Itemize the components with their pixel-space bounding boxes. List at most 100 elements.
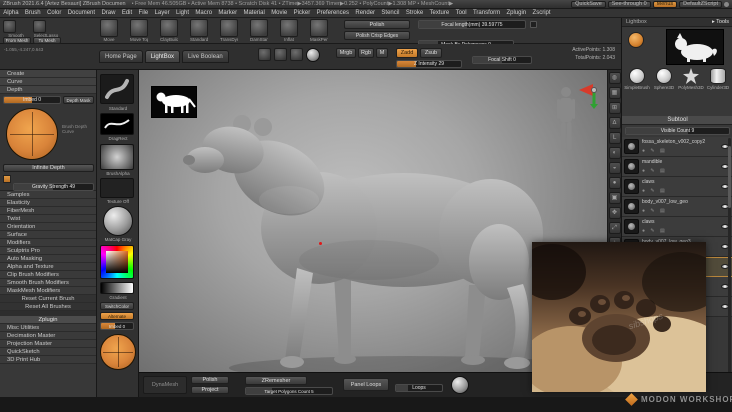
zplugin-decimation-master[interactable]: Decimation Master (0, 332, 96, 340)
imbed-slider[interactable]: Imbed 0 (3, 96, 61, 104)
zplugin-header[interactable]: Zplugin (0, 316, 96, 324)
zremesher-button[interactable]: ZRemesher (245, 376, 307, 385)
imbed-mini-slider[interactable]: Imbed 0 (100, 322, 134, 330)
zadd-button[interactable]: Zadd (396, 48, 418, 58)
menu-brush[interactable]: Brush (22, 10, 44, 16)
tray-section-twist[interactable]: Twist (0, 215, 96, 223)
tab-home-page[interactable]: Home Page (99, 50, 143, 63)
move-canvas-icon[interactable]: ✥ (608, 207, 621, 219)
gradient-thumbnail[interactable] (100, 282, 134, 294)
tray-section-maskmesh-modifiers[interactable]: MaskMesh Modifiers (0, 287, 96, 295)
brush-curve-dial[interactable] (100, 334, 136, 370)
tray-section-surface[interactable]: Surface (0, 231, 96, 239)
subtool-mode-icons[interactable]: ● ✎ ▤ (642, 228, 667, 234)
infinite-depth-button[interactable]: Infinite Depth (3, 164, 94, 172)
z-intensity-slider[interactable]: Z Intensity 29 (396, 60, 462, 68)
menu-layer[interactable]: Layer (151, 10, 172, 16)
menu-macro[interactable]: Macro (192, 10, 215, 16)
paw-reference-photo[interactable]: sibshops (532, 242, 706, 392)
menu-light[interactable]: Light (173, 10, 192, 16)
menu-file[interactable]: File (135, 10, 151, 16)
quick-pick-cylinder3d[interactable]: Cylinder3D (705, 68, 731, 90)
see-through-icon[interactable]: ◐ (608, 147, 621, 159)
preview-sphere-icon[interactable] (451, 376, 469, 394)
zplugin-projection-master[interactable]: Projection Master (0, 340, 96, 348)
from-mesh-button[interactable]: From Mesh (3, 37, 31, 44)
tab-live-boolean[interactable]: Live Boolean (182, 50, 229, 63)
zsub-button[interactable]: Zsub (420, 48, 442, 58)
menu-picker[interactable]: Picker (290, 10, 313, 16)
menu-stencil[interactable]: Stencil (378, 10, 402, 16)
bpr-render-icon[interactable]: ◍ (608, 72, 621, 84)
menu-alpha[interactable]: Alpha (0, 10, 22, 16)
dynamesh-button[interactable]: DynaMesh (143, 376, 187, 394)
subtool-mode-icons[interactable]: ● ✎ ▤ (642, 208, 667, 214)
menu-marker[interactable]: Marker (215, 10, 240, 16)
brush-tile-transdynamic[interactable]: TransDynamic (220, 19, 238, 42)
reset-current-brush-button[interactable]: Reset Current Brush (0, 295, 96, 303)
brush-tile-inflat[interactable]: Inflat (280, 19, 298, 42)
subtool-row[interactable]: mandible ● ✎ ▤ (622, 157, 732, 177)
menu-color[interactable]: Color (44, 10, 65, 16)
subtool-row[interactable]: fossa_skeleton_v002_copy2 ● ✎ ▤ (622, 137, 732, 157)
menu-stroke[interactable]: Stroke (403, 10, 427, 16)
menu-zscript[interactable]: Zscript (529, 10, 553, 16)
subtool-mode-icons[interactable]: ● ✎ ▤ (642, 188, 667, 194)
color-picker[interactable] (100, 245, 134, 279)
tray-section-fibermesh[interactable]: FiberMesh (0, 207, 96, 215)
menu-zplugin[interactable]: Zplugin (503, 10, 529, 16)
subtool-mode-icons[interactable]: ● ✎ ▤ (642, 168, 667, 174)
subtool-scrollbar[interactable] (728, 138, 731, 388)
reset-all-brushes-button[interactable]: Reset All Brushes (0, 303, 96, 311)
tab-lightbox[interactable]: LightBox (144, 50, 181, 63)
tray-section-sculptris-pro[interactable]: Sculptris Pro (0, 247, 96, 255)
frame-mesh-icon[interactable]: ▣ (608, 192, 621, 204)
alpha-quick-icon[interactable] (290, 48, 303, 61)
stroke-thumbnail[interactable] (100, 113, 134, 135)
menus-toggle-button[interactable]: Menus (652, 0, 678, 8)
tray-section-orientation[interactable]: Orientation (0, 223, 96, 231)
brush-tile-damstandard[interactable]: DamStandard (250, 19, 268, 42)
quick-pick-simplebrush[interactable]: SimpleBrush (624, 68, 650, 90)
polyframe-icon[interactable]: ▦ (608, 87, 621, 99)
brush-tile-move[interactable]: Move (100, 19, 118, 42)
brush-depth-curve-dial[interactable] (6, 108, 58, 160)
current-brush-thumbnail[interactable] (100, 74, 134, 104)
tray-section-curve[interactable]: Curve (0, 78, 96, 86)
gravity-direction-icon[interactable] (3, 175, 11, 183)
subtool-row[interactable]: body_v007_low_geo ● ✎ ▤ (622, 197, 732, 217)
menu-edit[interactable]: Edit (119, 10, 136, 16)
undo-history-checkbox[interactable] (530, 21, 537, 28)
tray-section-modifiers[interactable]: Modifiers (0, 239, 96, 247)
menu-draw[interactable]: Draw (98, 10, 118, 16)
active-tool-thumbnail[interactable] (666, 29, 724, 65)
gravity-strength-slider[interactable]: Gravity Strength 49 (13, 183, 94, 191)
depth-mask-button[interactable]: Depth Mask (63, 96, 94, 104)
axis-gizmo[interactable] (579, 83, 603, 109)
lightbox-toggle[interactable]: Lightbox (626, 19, 647, 25)
tray-section-depth[interactable]: Depth (0, 86, 96, 94)
sphere-tool-thumbnail[interactable] (628, 32, 644, 48)
tray-section-samples[interactable]: Samples (0, 191, 96, 199)
subtool-row[interactable]: claws ● ✎ ▤ (622, 177, 732, 197)
brush-tile-claybuildup[interactable]: ClayBuildup (160, 19, 178, 42)
dynamesh-project-button[interactable]: Project (191, 386, 229, 394)
tray-section-elasticity[interactable]: Elasticity (0, 199, 96, 207)
zplugin-3d-print-hub[interactable]: 3D Print Hub (0, 356, 96, 364)
material-thumbnail[interactable] (103, 206, 133, 236)
target-polygons-slider[interactable]: Target Polygons Count 5 (245, 387, 333, 395)
subtool-row[interactable]: claws ● ✎ ▤ (622, 217, 732, 237)
perspective-icon[interactable]: ∆ (608, 117, 621, 129)
tray-section-clip-brush-modifiers[interactable]: Clip Brush Modifiers (0, 271, 96, 279)
menu-material[interactable]: Material (240, 10, 268, 16)
see-through-slider[interactable]: See-through 0 (607, 0, 651, 8)
polish-crisp-edges-button[interactable]: Polish Crisp Edges (344, 31, 410, 40)
quick-pick-sphere3d[interactable]: Sphere3D (651, 68, 677, 90)
alternate-button[interactable]: Alternate (100, 312, 134, 320)
stroke-quick-icon[interactable] (274, 48, 287, 61)
default-zscript-button[interactable]: DefaultZScript (679, 0, 722, 8)
tray-section-smooth-brush-modifiers[interactable]: Smooth Brush Modifiers (0, 279, 96, 287)
pen-tool-icon[interactable] (258, 48, 271, 61)
floor-grid-icon[interactable]: ⊞ (608, 102, 621, 114)
silhouette-reference-image[interactable] (151, 86, 197, 118)
